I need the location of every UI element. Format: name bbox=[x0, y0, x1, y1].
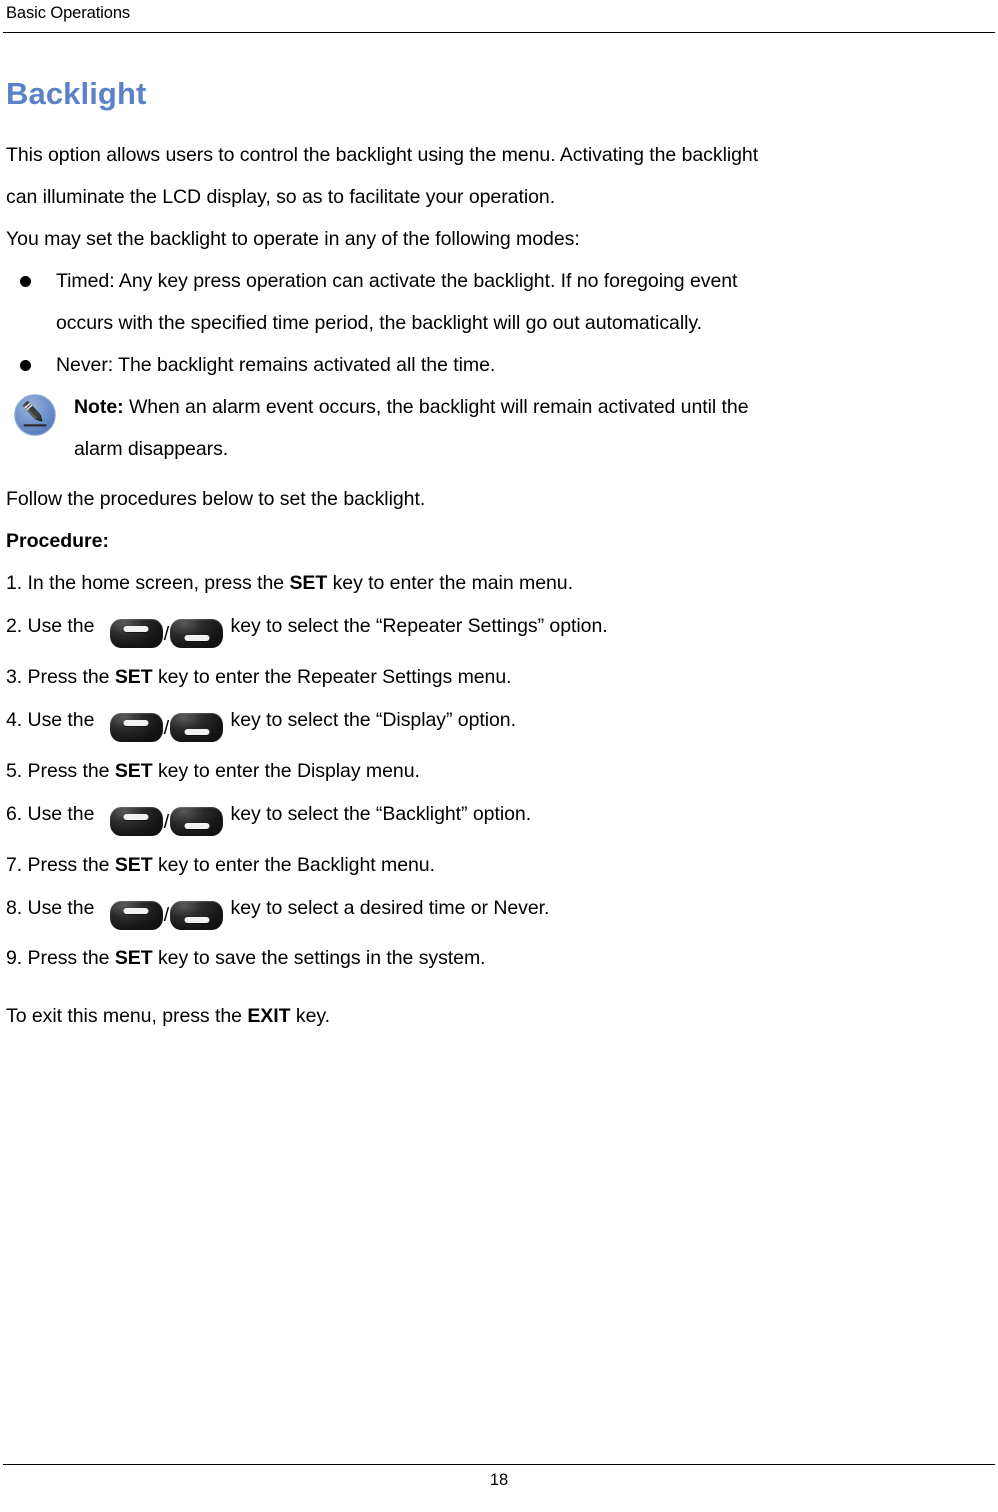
mode-timed-line-2: occurs with the specified time period, t… bbox=[56, 312, 703, 334]
page-title: Backlight bbox=[6, 76, 147, 111]
key-bar-glyph bbox=[123, 814, 149, 821]
procedure-step: 9. Press the SET key to save the setting… bbox=[6, 937, 990, 979]
key-bar-glyph bbox=[184, 729, 210, 736]
intro-paragraph-line-2: can illuminate the LCD display, so as to… bbox=[6, 186, 556, 208]
exit-instruction: To exit this menu, press the EXIT key. bbox=[6, 995, 990, 1037]
procedure-step: 2. Use the / key to select the “Repeater… bbox=[6, 604, 990, 656]
step-text-post: key to enter the Backlight menu. bbox=[152, 853, 435, 876]
step-text-pre: Use the bbox=[22, 896, 100, 919]
key-label-set: SET bbox=[114, 947, 153, 970]
step-text-post: key to enter the Repeater Settings menu. bbox=[152, 665, 512, 688]
procedure-lead-in: Follow the procedures below to set the b… bbox=[6, 488, 426, 510]
note-line-2: alarm disappears. bbox=[74, 438, 229, 460]
step-text-pre: Press the bbox=[22, 665, 115, 688]
key-bar-glyph bbox=[123, 907, 149, 914]
backlight-modes-list: Timed: Any key press operation can activ… bbox=[6, 260, 990, 386]
up-arrow-key-icon[interactable] bbox=[109, 807, 163, 837]
pencil-note-icon bbox=[13, 393, 57, 437]
footer-divider bbox=[3, 1464, 995, 1465]
step-number: 1. bbox=[6, 572, 23, 594]
up-arrow-key-icon[interactable] bbox=[109, 900, 163, 930]
step-text-pre: Press the bbox=[22, 853, 115, 876]
down-arrow-key-icon[interactable] bbox=[170, 619, 224, 649]
page-content: Backlight This option allows users to co… bbox=[0, 36, 998, 1037]
key-bar-glyph bbox=[123, 626, 149, 633]
bullet-dot-icon bbox=[20, 360, 31, 371]
mode-timed-line-1: Timed: Any key press operation can activ… bbox=[56, 270, 738, 292]
key-label-set: SET bbox=[289, 572, 328, 594]
procedure-step: 7. Press the SET key to enter the Backli… bbox=[6, 844, 990, 886]
step-text-post: key to select the “Backlight” option. bbox=[225, 802, 532, 825]
arrow-key-pair: / bbox=[109, 611, 224, 656]
down-arrow-key-icon[interactable] bbox=[170, 900, 224, 930]
step-text-post: key to select a desired time or Never. bbox=[225, 896, 550, 919]
arrow-key-pair: / bbox=[109, 705, 224, 750]
step-number: 3. bbox=[6, 665, 23, 688]
step-text-pre: Use the bbox=[22, 708, 100, 731]
procedure-step: 4. Use the / key to select the “Display”… bbox=[6, 698, 990, 750]
key-label-set: SET bbox=[114, 665, 153, 688]
up-arrow-key-icon[interactable] bbox=[109, 619, 163, 649]
key-separator: / bbox=[163, 810, 170, 833]
down-arrow-key-icon[interactable] bbox=[170, 807, 224, 837]
procedure-step: 6. Use the / key to select the “Backligh… bbox=[6, 792, 990, 844]
note-callout: Note: When an alarm event occurs, the ba… bbox=[6, 386, 990, 470]
document-page: Basic Operations Backlight This option a… bbox=[0, 0, 998, 1512]
key-label-set: SET bbox=[114, 853, 153, 876]
procedure-step: 3. Press the SET key to enter the Repeat… bbox=[6, 656, 990, 698]
list-item: Timed: Any key press operation can activ… bbox=[6, 260, 990, 344]
running-header-title: Basic Operations bbox=[6, 4, 131, 22]
step-text-post: key to save the settings in the system. bbox=[152, 947, 486, 970]
step-text-post: key to enter the Display menu. bbox=[152, 759, 420, 782]
step-number: 4. bbox=[6, 708, 23, 731]
page-footer: 18 bbox=[0, 1442, 998, 1512]
up-arrow-key-icon[interactable] bbox=[109, 713, 163, 743]
key-bar-glyph bbox=[184, 823, 210, 830]
key-separator: / bbox=[163, 622, 170, 645]
key-separator: / bbox=[163, 904, 170, 927]
page-number: 18 bbox=[489, 1471, 509, 1489]
exit-text-post: key. bbox=[290, 1005, 330, 1028]
key-bar-glyph bbox=[184, 635, 210, 642]
page-header: Basic Operations bbox=[0, 0, 998, 36]
step-text-post: key to select the “Display” option. bbox=[225, 708, 517, 731]
procedure-step: 5. Press the SET key to enter the Displa… bbox=[6, 750, 990, 792]
step-number: 2. bbox=[6, 615, 23, 637]
list-item: Never: The backlight remains activated a… bbox=[6, 344, 990, 386]
step-number: 9. bbox=[6, 947, 23, 970]
step-text-pre: Use the bbox=[22, 802, 100, 825]
note-line-1: When an alarm event occurs, the backligh… bbox=[123, 396, 749, 418]
step-text-post: key to enter the main menu. bbox=[327, 572, 573, 594]
key-separator: / bbox=[163, 716, 170, 739]
key-label-set: SET bbox=[114, 759, 153, 782]
procedure-step: 1. In the home screen, press the SET key… bbox=[6, 562, 990, 604]
step-number: 5. bbox=[6, 759, 23, 782]
mode-never-line-1: Never: The backlight remains activated a… bbox=[56, 354, 496, 376]
arrow-key-pair: / bbox=[109, 799, 224, 844]
exit-text-pre: To exit this menu, press the bbox=[6, 1005, 248, 1028]
step-text-pre: Press the bbox=[22, 947, 115, 970]
step-number: 7. bbox=[6, 853, 23, 876]
step-text-pre: In the home screen, press the bbox=[22, 572, 290, 594]
intro-paragraph-line-3: You may set the backlight to operate in … bbox=[6, 228, 580, 250]
procedure-step: 8. Use the / key to select a desired tim… bbox=[6, 886, 990, 938]
step-text-post: key to select the “Repeater Settings” op… bbox=[225, 615, 608, 637]
note-label: Note: bbox=[74, 396, 124, 418]
key-bar-glyph bbox=[184, 916, 210, 923]
step-text-pre: Press the bbox=[22, 759, 115, 782]
procedure-heading: Procedure: bbox=[6, 530, 109, 552]
step-number: 8. bbox=[6, 896, 23, 919]
arrow-key-pair: / bbox=[109, 893, 224, 938]
note-text: Note: When an alarm event occurs, the ba… bbox=[74, 386, 990, 470]
header-divider bbox=[3, 32, 995, 33]
procedure-steps: 1. In the home screen, press the SET key… bbox=[6, 562, 990, 979]
down-arrow-key-icon[interactable] bbox=[170, 713, 224, 743]
intro-paragraph-line-1: This option allows users to control the … bbox=[6, 144, 759, 166]
key-bar-glyph bbox=[123, 720, 149, 727]
key-label-exit: EXIT bbox=[247, 1005, 291, 1028]
bullet-dot-icon bbox=[20, 276, 31, 287]
step-text-pre: Use the bbox=[22, 615, 100, 637]
step-number: 6. bbox=[6, 802, 23, 825]
